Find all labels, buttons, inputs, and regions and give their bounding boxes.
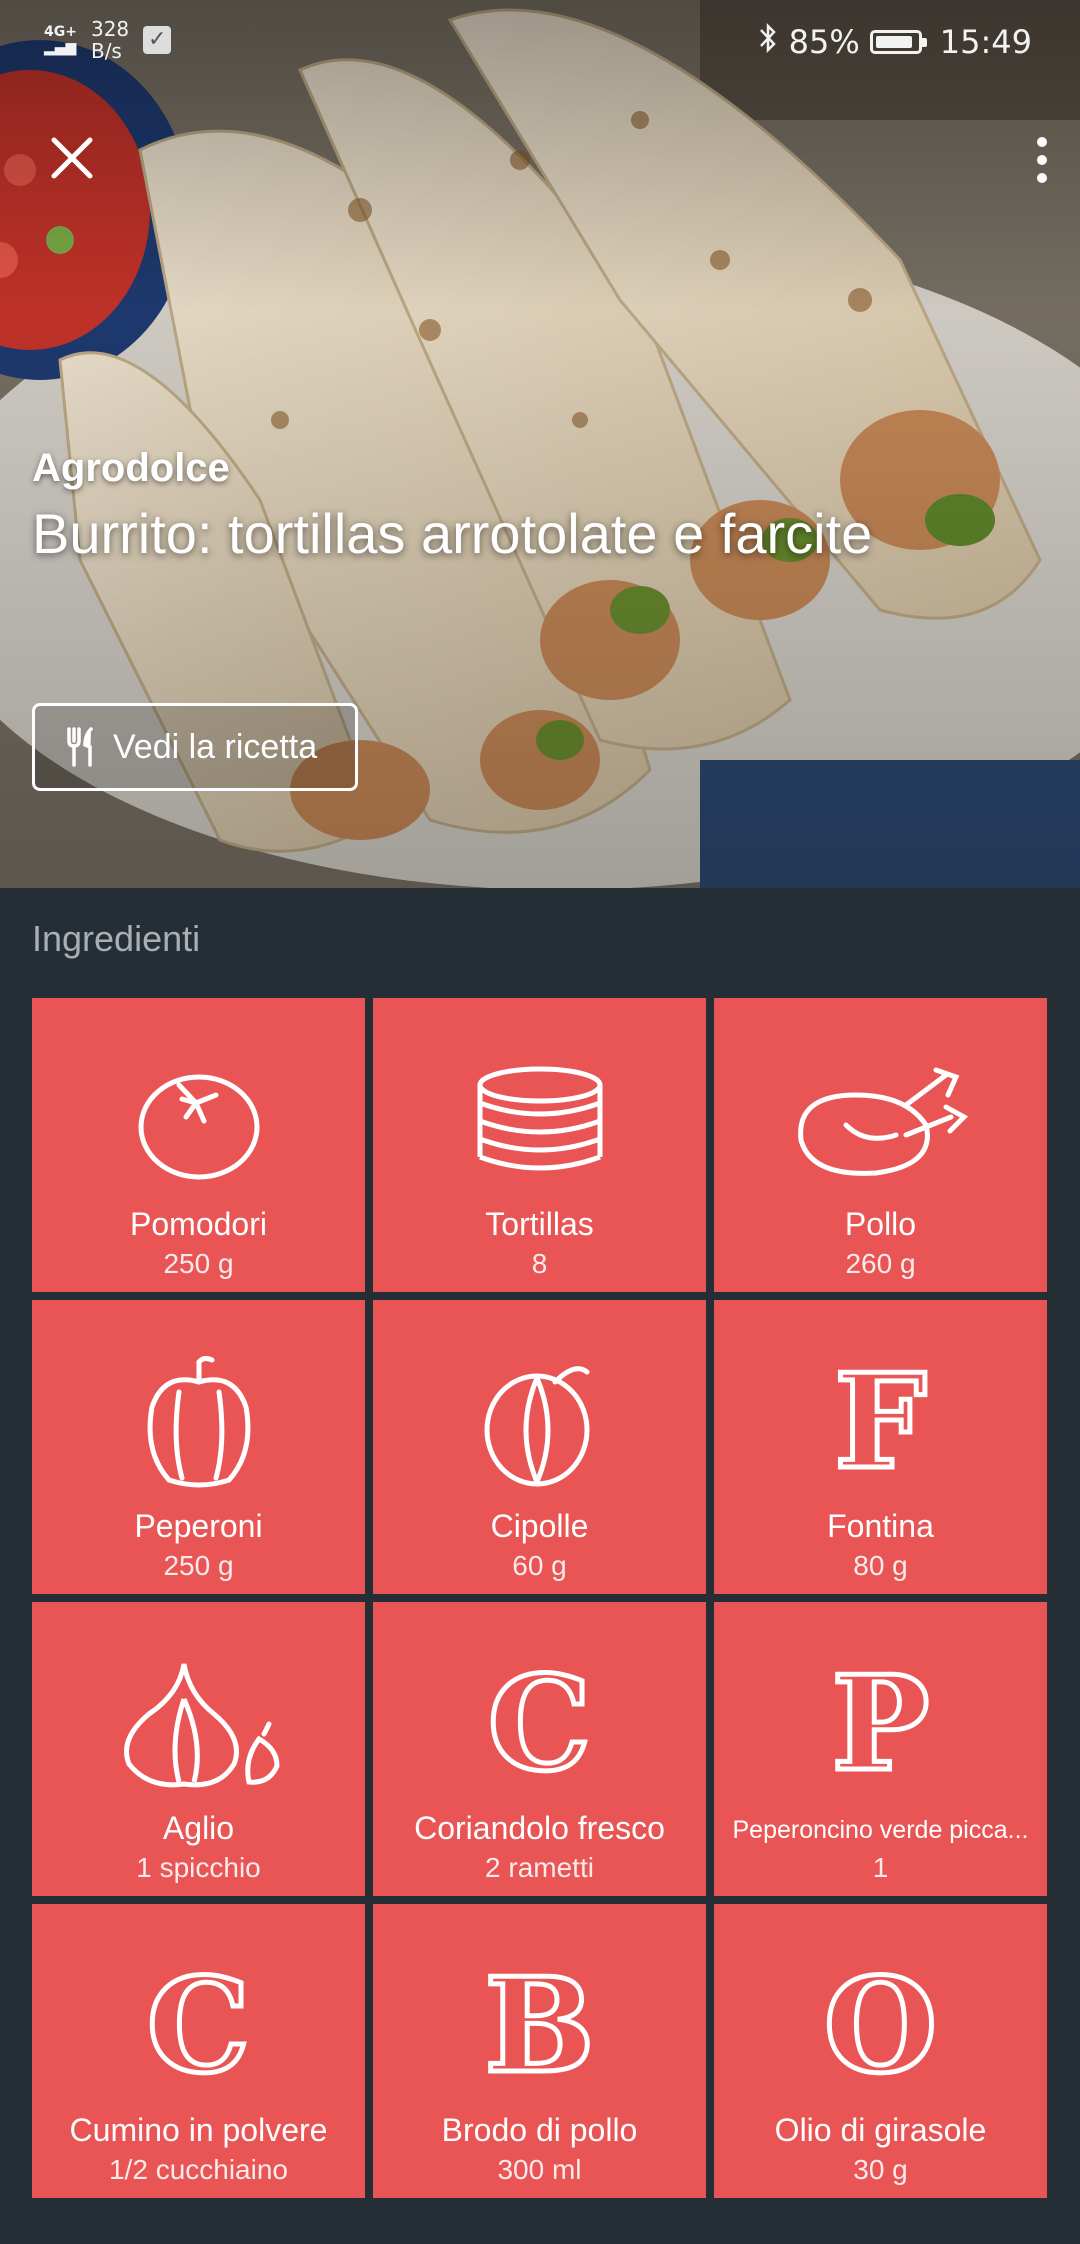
letter-O-icon: O <box>821 1949 939 2102</box>
ingredient-tile[interactable]: C Coriandolo fresco 2 rametti <box>373 1602 706 1896</box>
letter-F-icon: F <box>832 1345 929 1498</box>
pepper-icon <box>147 1355 250 1488</box>
ingredient-name: Pollo <box>844 1206 917 1242</box>
clock: 15:49 <box>939 23 1032 61</box>
ingredient-tile[interactable]: Peperoni 250 g <box>32 1300 365 1594</box>
ingredient-quantity: 80 g <box>853 1550 908 1581</box>
net-speed-value: 328 <box>90 17 130 41</box>
ingredient-name: Tortillas <box>485 1206 594 1242</box>
close-button[interactable] <box>44 130 100 186</box>
ingredient-tile[interactable]: Cipolle 60 g <box>373 1300 706 1594</box>
chicken-icon <box>797 1067 968 1176</box>
ingredient-quantity: 30 g <box>853 2154 908 2185</box>
ingredient-tile[interactable]: B Brodo di pollo 300 ml <box>373 1904 706 2198</box>
ingredient-tile[interactable]: Pollo 260 g <box>714 998 1047 1292</box>
ingredient-quantity: 60 g <box>512 1550 567 1581</box>
cutlery-icon <box>67 727 93 767</box>
letter-B-icon: B <box>482 1949 597 2102</box>
garlic-icon <box>123 1663 280 1788</box>
ingredient-name: Peperoni <box>134 1508 263 1544</box>
ingredient-quantity: 300 ml <box>497 2154 582 2185</box>
view-recipe-label: Vedi la ricetta <box>113 727 318 766</box>
ingredient-name: Aglio <box>162 1810 235 1846</box>
ingredient-name: Coriandolo fresco <box>414 1810 665 1846</box>
net-speed: 328 B/s <box>91 18 129 62</box>
tomato-icon <box>138 1074 259 1180</box>
ingredient-tile[interactable]: P Peperoncino verde picca... 1 <box>714 1602 1047 1896</box>
view-recipe-button[interactable]: Vedi la ricetta <box>32 703 358 791</box>
letter-C-icon: C <box>485 1647 593 1800</box>
ingredient-name: Brodo di pollo <box>441 2112 638 2148</box>
ingredient-name: Fontina <box>827 1508 934 1544</box>
ingredient-quantity: 2 rametti <box>485 1852 594 1883</box>
ingredient-tile[interactable]: Tortillas 8 <box>373 998 706 1292</box>
ingredient-tile[interactable]: Pomodori 250 g <box>32 998 365 1292</box>
onion-icon <box>484 1366 589 1487</box>
net-speed-unit: B/s <box>90 39 122 63</box>
ingredients-heading: Ingredienti <box>32 918 201 959</box>
ingredient-name: Cumino in polvere <box>69 2112 328 2148</box>
ingredient-quantity: 260 g <box>845 1248 916 1279</box>
battery-icon <box>869 30 927 54</box>
notification-check-icon: ✓ <box>143 26 172 54</box>
ingredient-quantity: 1 <box>872 1852 889 1883</box>
letter-C-icon: C <box>144 1949 252 2102</box>
ingredient-quantity: 1 spicchio <box>136 1852 261 1883</box>
ingredient-name: Peperoncino verde picca... <box>732 1816 1029 1844</box>
network-type: 4G+ <box>44 24 77 40</box>
more-vert-icon <box>1037 137 1047 183</box>
ingredient-quantity: 250 g <box>163 1550 234 1581</box>
ingredient-tile[interactable]: F Fontina 80 g <box>714 1300 1047 1594</box>
recipe-title: Burrito: tortillas arrotolate e farcite <box>32 502 873 565</box>
ingredient-tile[interactable]: C Cumino in polvere 1/2 cucchiaino <box>32 1904 365 2198</box>
ingredient-quantity: 8 <box>531 1248 548 1279</box>
ingredient-tile[interactable]: O Olio di girasole 30 g <box>714 1904 1047 2198</box>
letter-P-icon: P <box>829 1647 932 1800</box>
more-options-button[interactable] <box>1022 132 1062 188</box>
ingredient-name: Pomodori <box>130 1206 267 1242</box>
ingredient-tile[interactable]: Aglio 1 spicchio <box>32 1602 365 1896</box>
close-icon <box>51 137 93 179</box>
tortillas-icon <box>477 1066 602 1171</box>
battery-percent: 85% <box>788 23 860 61</box>
recipe-category: Agrodolce <box>32 446 230 490</box>
ingredient-quantity: 250 g <box>163 1248 234 1279</box>
status-bar: 4G+ ▂▄▆ 328 B/s ✓ 85% 15:49 <box>0 0 1080 84</box>
recipe-hero-image: 4G+ ▂▄▆ 328 B/s ✓ 85% 15:49 Agrodolce Bur… <box>0 0 1080 888</box>
ingredient-name: Olio di girasole <box>774 2112 987 2148</box>
signal-icon: 4G+ ▂▄▆ <box>44 24 77 56</box>
ingredient-quantity: 1/2 cucchiaino <box>108 2154 288 2185</box>
ingredient-name: Cipolle <box>490 1508 589 1544</box>
bluetooth-icon <box>757 22 779 62</box>
